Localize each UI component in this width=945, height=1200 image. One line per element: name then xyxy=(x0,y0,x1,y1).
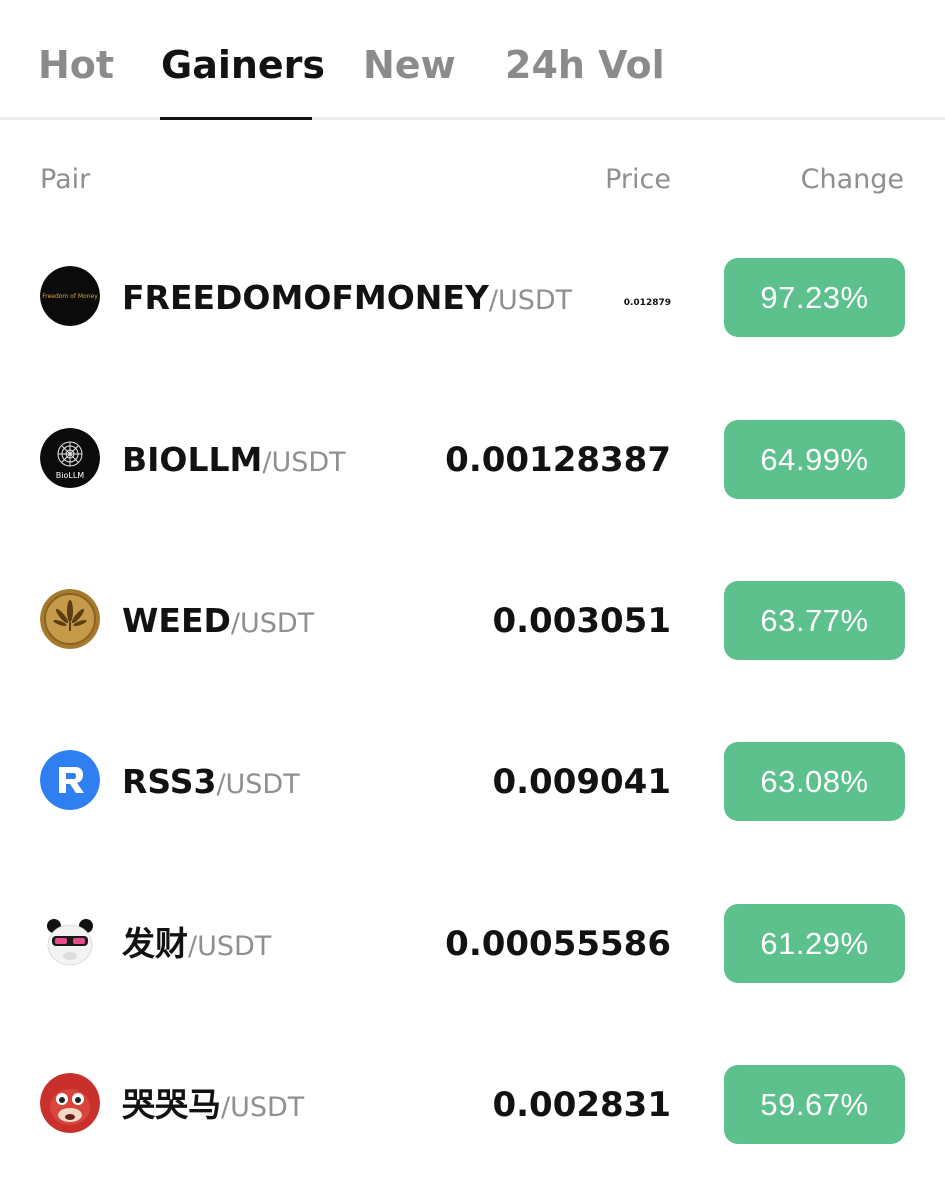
base-asset: FREEDOMOFMONEY xyxy=(122,278,489,317)
change-badge[interactable]: 64.99% xyxy=(724,420,905,499)
tab-new[interactable]: New xyxy=(363,38,456,92)
price-value: 0.012879 xyxy=(623,298,671,308)
tab-24h-vol[interactable]: 24h Vol xyxy=(505,38,665,92)
tab-gainers[interactable]: Gainers xyxy=(161,38,325,92)
tab-hot[interactable]: Hot xyxy=(38,38,114,92)
base-asset: 哭哭马 xyxy=(122,1085,221,1124)
price-value: 0.00055586 xyxy=(445,924,671,964)
price-value: 0.00128387 xyxy=(445,440,671,480)
base-asset: RSS3 xyxy=(122,762,217,801)
column-header-change[interactable]: Change xyxy=(801,160,904,200)
table-row[interactable]: WEED/USDT 0.003051 63.77% xyxy=(0,539,945,700)
quote-asset: /USDT xyxy=(216,769,300,800)
logo-text: Freedom of Money xyxy=(42,293,98,300)
change-badge[interactable]: 63.08% xyxy=(724,742,905,821)
quote-asset: /USDT xyxy=(188,931,272,962)
pair-name: 发财/USDT xyxy=(122,919,271,969)
logo-text: BioLLM xyxy=(56,471,85,480)
base-asset: WEED xyxy=(122,601,231,640)
column-header-price[interactable]: Price xyxy=(605,160,671,200)
change-badge[interactable]: 61.29% xyxy=(724,904,905,983)
red-horse-avatar-icon xyxy=(40,1073,100,1133)
quote-asset: /USDT xyxy=(221,1092,305,1123)
table-row[interactable]: RSS3/USDT 0.009041 63.08% xyxy=(0,700,945,861)
price-value: 0.009041 xyxy=(492,762,671,802)
pair-name: BIOLLM/USDT xyxy=(122,435,346,485)
price-value: 0.003051 xyxy=(492,601,671,641)
change-badge[interactable]: 97.23% xyxy=(724,258,905,337)
panda-avatar-icon xyxy=(40,912,100,972)
biollm-logo-icon: BioLLM xyxy=(40,428,100,488)
active-tab-indicator xyxy=(160,117,312,120)
quote-asset: /USDT xyxy=(262,447,346,478)
base-asset: 发财 xyxy=(122,924,188,963)
table-row[interactable]: BioLLM BIOLLM/USDT 0.00128387 64.99% xyxy=(0,378,945,539)
weed-leaf-coin-icon xyxy=(40,589,100,649)
base-asset: BIOLLM xyxy=(122,440,263,479)
freedom-of-money-logo-icon: Freedom of Money xyxy=(40,266,100,326)
change-badge[interactable]: 59.67% xyxy=(724,1065,905,1144)
pair-name: 哭哭马/USDT xyxy=(122,1080,304,1130)
pair-name: WEED/USDT xyxy=(122,596,314,646)
change-badge[interactable]: 63.77% xyxy=(724,581,905,660)
rss3-logo-icon xyxy=(40,750,100,810)
market-tabs: Hot Gainers New 24h Vol xyxy=(0,0,945,120)
table-row[interactable]: Freedom of Money FREEDOMOFMONEY/USDT 0.0… xyxy=(0,216,945,377)
column-header-pair: Pair xyxy=(40,164,91,195)
price-value: 0.002831 xyxy=(492,1085,671,1125)
quote-asset: /USDT xyxy=(488,285,573,316)
pair-name: FREEDOMOFMONEY/USDT xyxy=(122,273,572,323)
quote-asset: /USDT xyxy=(230,608,315,639)
table-row[interactable]: 发财/USDT 0.00055586 61.29% xyxy=(0,862,945,1023)
table-row[interactable]: 哭哭马/USDT 0.002831 59.67% xyxy=(0,1023,945,1184)
pair-name: RSS3/USDT xyxy=(122,757,300,807)
